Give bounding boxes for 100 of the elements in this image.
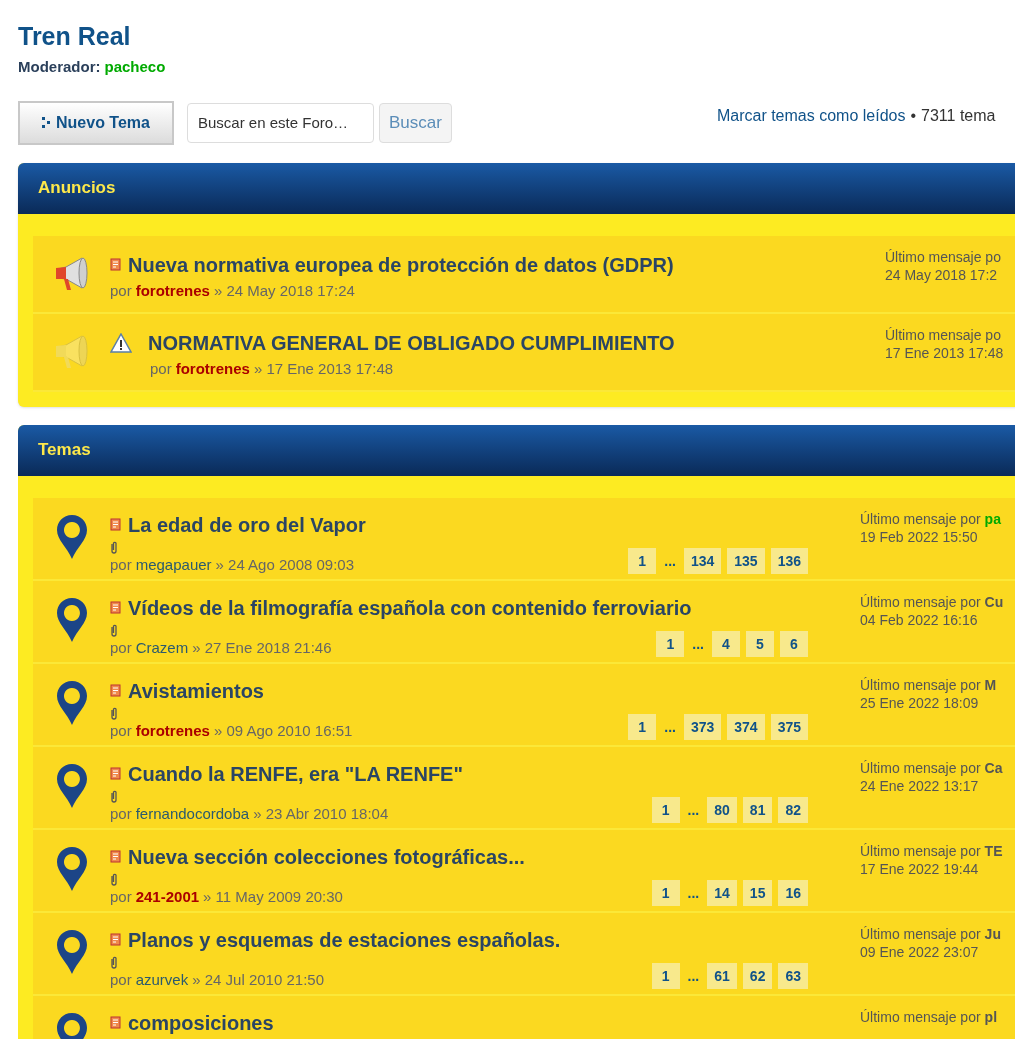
last-post-date: 25 Ene 2022 18:09: [860, 693, 980, 712]
map-pin-icon: [54, 927, 89, 976]
topic-title[interactable]: La edad de oro del Vapor: [128, 509, 366, 540]
post-date: » 11 May 2009 20:30: [203, 886, 343, 907]
page-ellipsis: ...: [691, 634, 705, 654]
page-link[interactable]: 82: [778, 797, 808, 823]
map-pin-icon: [54, 761, 89, 810]
topic-title[interactable]: Nueva sección colecciones fotográficas...: [128, 841, 525, 872]
post-date: » 27 Ene 2018 21:46: [192, 637, 332, 658]
last-post-label: Último mensaje por: [860, 924, 981, 943]
last-post-date: 19 Feb 2022 15:50: [860, 527, 979, 546]
page-link[interactable]: 1: [651, 797, 680, 823]
topic-count: 7311 tema: [921, 105, 996, 126]
topic-title[interactable]: Avistamientos: [128, 675, 264, 706]
last-post-label: Último mensaje por: [860, 592, 981, 611]
byline-label: por: [110, 720, 132, 741]
mark-read-link[interactable]: Marcar temas como leídos: [716, 103, 906, 128]
paperclip-icon: [110, 871, 118, 886]
section-title: Temas: [38, 439, 91, 462]
last-poster-link[interactable]: TE: [984, 841, 1003, 860]
last-post-label: Último mensaje por: [860, 1007, 981, 1026]
page-link[interactable]: 61: [707, 963, 737, 989]
page-link[interactable]: 134: [683, 548, 722, 574]
author-link[interactable]: forotrenes: [175, 357, 250, 380]
page-link[interactable]: 14: [707, 880, 737, 906]
topic-title[interactable]: composiciones: [128, 1007, 274, 1038]
page-link[interactable]: 136: [770, 548, 808, 574]
page-link[interactable]: 63: [778, 963, 808, 989]
last-post-label: Último mensaje po: [885, 325, 1002, 344]
warning-icon: [110, 332, 132, 353]
last-post-label: Último mensaje por: [860, 675, 981, 694]
last-poster-link[interactable]: Cu: [984, 592, 1004, 611]
post-date: » 09 Ago 2010 16:51: [213, 720, 353, 741]
page-link[interactable]: 374: [727, 714, 765, 740]
topic-title[interactable]: Planos y esquemas de estaciones españolas.: [128, 924, 561, 955]
author-link[interactable]: megapauer: [135, 553, 212, 576]
topic-title[interactable]: NORMATIVA GENERAL DE OBLIGADO CUMPLIMIENTO: [148, 327, 675, 358]
byline-label: por: [110, 280, 132, 301]
page-link[interactable]: 1: [651, 880, 680, 906]
byline-label: por: [150, 358, 172, 379]
last-post-date: 04 Feb 2022 16:16: [860, 610, 979, 629]
page-link[interactable]: 1: [628, 714, 657, 740]
page-link[interactable]: 15: [742, 880, 773, 906]
new-post-icon: [110, 767, 122, 780]
new-post-icon: [110, 850, 122, 863]
page-link[interactable]: 80: [707, 797, 737, 823]
topic-title[interactable]: Cuando la RENFE, era "LA RENFE": [128, 758, 463, 789]
search-button[interactable]: Buscar: [379, 102, 452, 143]
new-post-icon: [110, 1016, 122, 1029]
new-post-icon: [110, 258, 122, 271]
author-link[interactable]: azurvek: [135, 968, 189, 991]
page-link[interactable]: 1: [651, 963, 680, 989]
byline-label: por: [110, 637, 132, 658]
page-link[interactable]: 1: [656, 631, 685, 657]
separator-dot: •: [910, 105, 917, 126]
page-link[interactable]: 16: [778, 880, 808, 906]
byline-label: por: [110, 803, 132, 824]
last-post-date: 09 Ene 2022 23:07: [860, 942, 980, 961]
last-post-label: Último mensaje por: [860, 841, 981, 860]
author-link[interactable]: Crazem: [135, 636, 189, 659]
last-post-date: 17 Ene 2013 17:48: [885, 343, 1004, 362]
author-link[interactable]: 241-2001: [135, 885, 200, 908]
byline-label: por: [110, 969, 132, 990]
page-link[interactable]: 135: [727, 548, 765, 574]
page-link[interactable]: 5: [746, 631, 774, 657]
page-ellipsis: ...: [663, 717, 677, 737]
page-link[interactable]: 4: [712, 631, 740, 657]
post-date: » 23 Abr 2010 18:04: [253, 803, 389, 824]
page-link[interactable]: 1: [628, 548, 657, 574]
page-link[interactable]: 375: [770, 714, 808, 740]
last-post-date: 24 May 2018 17:2: [885, 265, 999, 284]
page-ellipsis: ...: [686, 800, 701, 820]
last-poster-link[interactable]: M: [984, 675, 997, 694]
topic-title[interactable]: Nueva normativa europea de protección de datos (GDPR): [128, 249, 674, 280]
map-pin-icon: [54, 512, 89, 561]
post-date: » 24 Jul 2010 21:50: [192, 969, 324, 990]
new-post-icon: [110, 933, 122, 946]
page-ellipsis: ...: [686, 966, 701, 986]
last-post-date: 17 Ene 2022 19:44: [860, 859, 980, 878]
last-post-label: Último mensaje po: [885, 247, 1001, 266]
author-link[interactable]: forotrenes: [135, 719, 210, 742]
page-ellipsis: ...: [663, 551, 677, 571]
page-link[interactable]: 81: [742, 797, 773, 823]
search-field[interactable]: Buscar en este Foro…: [187, 102, 374, 143]
byline-label: por: [110, 554, 132, 575]
new-topic-button[interactable]: Nuevo Tema: [18, 100, 174, 145]
topic-title[interactable]: Vídeos de la filmografía española con contenido ferroviario: [128, 592, 692, 623]
last-poster-link[interactable]: Ju: [984, 924, 1001, 943]
dots-icon: [42, 116, 50, 129]
last-poster-link[interactable]: Ca: [984, 758, 1003, 777]
paperclip-icon: [110, 788, 118, 803]
new-post-icon: [110, 518, 122, 531]
author-link[interactable]: forotrenes: [135, 279, 210, 302]
page-ellipsis: ...: [686, 883, 701, 903]
post-date: » 17 Ene 2013 17:48: [253, 358, 394, 379]
author-link[interactable]: fernandocordoba: [135, 802, 250, 825]
page-link[interactable]: 373: [683, 714, 722, 740]
page-link[interactable]: 6: [780, 631, 808, 657]
page-link[interactable]: 62: [742, 963, 773, 989]
last-poster-link[interactable]: pl: [984, 1007, 998, 1026]
